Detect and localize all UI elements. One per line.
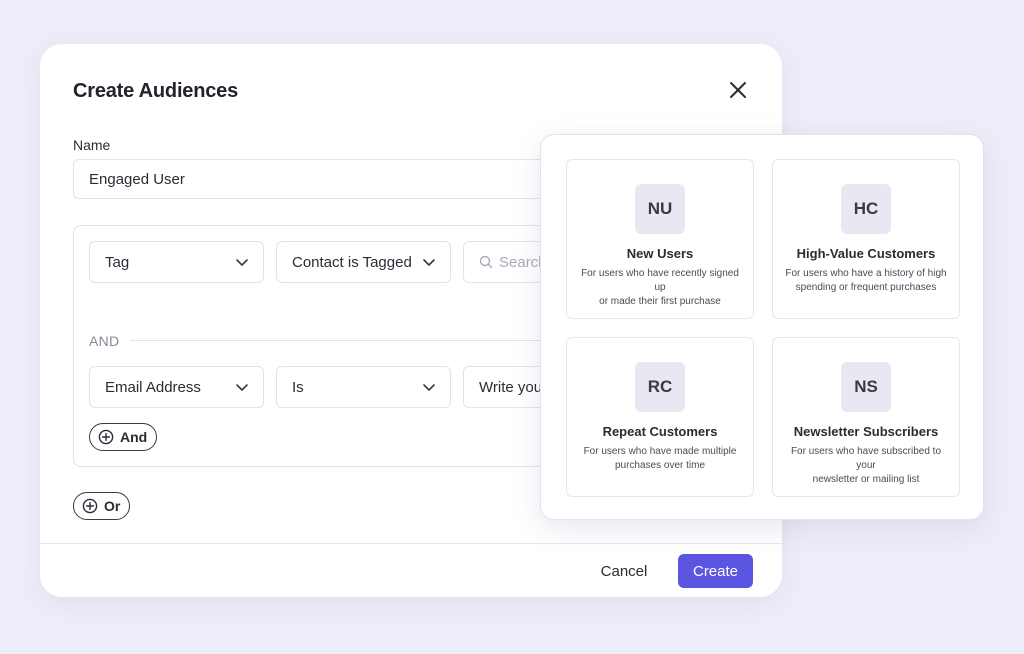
template-title: New Users	[626, 246, 694, 261]
modal-title: Create Audiences	[73, 80, 239, 102]
and-connector-label: AND	[89, 333, 120, 349]
rule2-field-select[interactable]: Email Address	[89, 366, 264, 408]
template-desc-line: For users who have a history of high	[785, 268, 947, 279]
template-desc-line: For users who have made multiple	[583, 446, 737, 457]
chevron-down-icon	[236, 384, 248, 391]
rule1-field-value: Tag	[105, 253, 130, 271]
template-description: For users who have recently signed up or…	[577, 267, 743, 309]
template-card-repeat-customers[interactable]: RC Repeat Customers For users who have m…	[566, 337, 754, 497]
plus-circle-icon	[98, 429, 114, 445]
template-desc-line: spending or frequent purchases	[795, 282, 937, 293]
rule1-operator-select[interactable]: Contact is Tagged	[276, 241, 451, 283]
or-button-label: Or	[104, 498, 121, 514]
template-badge: HC	[841, 184, 891, 234]
plus-circle-icon	[82, 498, 98, 514]
rule2-operator-value: Is	[292, 378, 304, 396]
template-badge: RC	[635, 362, 685, 412]
chevron-down-icon	[423, 384, 435, 391]
template-desc-line: For users who have subscribed to your	[790, 446, 942, 471]
name-label: Name	[73, 137, 111, 153]
rule1-operator-value: Contact is Tagged	[292, 253, 412, 271]
close-icon	[730, 82, 746, 98]
audience-templates-panel: NU New Users For users who have recently…	[540, 134, 984, 520]
template-card-high-value-customers[interactable]: HC High-Value Customers For users who ha…	[772, 159, 960, 319]
template-description: For users who have a history of high spe…	[783, 267, 949, 295]
create-button[interactable]: Create	[678, 554, 753, 588]
template-description: For users who have made multiple purchas…	[577, 445, 743, 473]
template-card-newsletter-subscribers[interactable]: NS Newsletter Subscribers For users who …	[772, 337, 960, 497]
template-desc-line: or made their first purchase	[599, 296, 721, 307]
template-badge: NU	[635, 184, 685, 234]
and-button-label: And	[120, 429, 148, 445]
template-badge: NS	[841, 362, 891, 412]
search-icon	[479, 255, 493, 269]
rule2-value-text: Write you	[479, 378, 543, 396]
rule1-field-select[interactable]: Tag	[89, 241, 264, 283]
template-title: Newsletter Subscribers	[793, 424, 939, 439]
template-desc-line: newsletter or mailing list	[812, 474, 920, 485]
cancel-button[interactable]: Cancel	[588, 554, 660, 588]
template-desc-line: For users who have recently signed up	[581, 268, 739, 293]
close-button[interactable]	[726, 78, 750, 102]
footer-divider	[40, 543, 782, 544]
add-or-group-button[interactable]: Or	[73, 492, 131, 520]
template-desc-line: purchases over time	[614, 460, 706, 471]
add-and-condition-button[interactable]: And	[89, 423, 158, 451]
template-description: For users who have subscribed to your ne…	[783, 445, 949, 487]
chevron-down-icon	[423, 259, 435, 266]
rule2-operator-select[interactable]: Is	[276, 366, 451, 408]
template-card-new-users[interactable]: NU New Users For users who have recently…	[566, 159, 754, 319]
template-title: Repeat Customers	[602, 424, 718, 439]
rule2-field-value: Email Address	[105, 378, 201, 396]
template-title: High-Value Customers	[796, 246, 936, 261]
chevron-down-icon	[236, 259, 248, 266]
